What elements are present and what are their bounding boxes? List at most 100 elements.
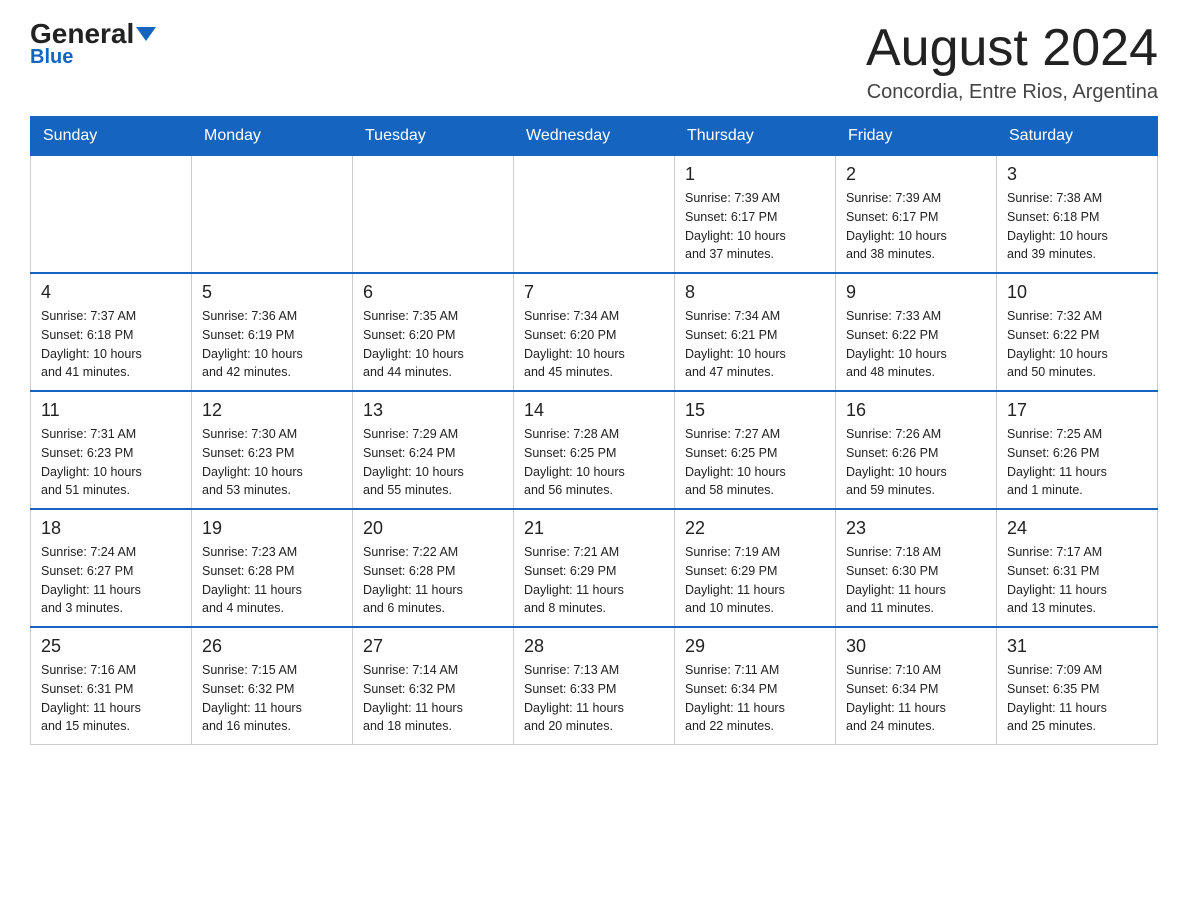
- calendar-week-row: 25 Sunrise: 7:16 AMSunset: 6:31 PMDayligh…: [31, 627, 1158, 745]
- calendar-week-row: 1 Sunrise: 7:39 AMSunset: 6:17 PMDaylight…: [31, 156, 1158, 274]
- calendar-day-cell: 20Sunrise: 7:22 AMSunset: 6:28 PMDayligh…: [353, 509, 514, 627]
- day-number: 14: [524, 400, 664, 421]
- calendar-day-cell: 21 Sunrise: 7:21 AMSunset: 6:29 PMDayligh…: [514, 509, 675, 627]
- sun-info: Sunrise: 7:13 AMSunset: 6:33 PMDaylight:…: [524, 661, 664, 736]
- sun-info: Sunrise: 7:10 AMSunset: 6:34 PMDaylight:…: [846, 661, 986, 736]
- day-number: 25: [41, 636, 181, 657]
- day-number: 11: [41, 400, 181, 421]
- sun-info: Sunrise: 7:17 AMSunset: 6:31 PMDaylight:…: [1007, 543, 1147, 618]
- day-number: 23: [846, 518, 986, 539]
- sun-info: Sunrise: 7:34 AMSunset: 6:20 PMDaylight:…: [524, 307, 664, 382]
- sun-info: Sunrise: 7:28 AMSunset: 6:25 PMDaylight:…: [524, 425, 664, 500]
- calendar-day-cell: 9 Sunrise: 7:33 AMSunset: 6:22 PMDaylight…: [836, 273, 997, 391]
- sun-info: Sunrise: 7:37 AMSunset: 6:18 PMDaylight:…: [41, 307, 181, 382]
- day-number: 31: [1007, 636, 1147, 657]
- calendar-day-cell: 13 Sunrise: 7:29 AMSunset: 6:24 PMDayligh…: [353, 391, 514, 509]
- calendar-day-cell: 10 Sunrise: 7:32 AMSunset: 6:22 PMDayligh…: [997, 273, 1158, 391]
- calendar-day-cell: 22 Sunrise: 7:19 AMSunset: 6:29 PMDayligh…: [675, 509, 836, 627]
- calendar-week-row: 18 Sunrise: 7:24 AMSunset: 6:27 PMDayligh…: [31, 509, 1158, 627]
- sun-info: Sunrise: 7:23 AMSunset: 6:28 PMDaylight:…: [202, 543, 342, 618]
- title-area: August 2024 Concordia, Entre Rios, Argen…: [866, 20, 1158, 104]
- sun-info: Sunrise: 7:11 AMSunset: 6:34 PMDaylight:…: [685, 661, 825, 736]
- calendar-day-cell: 25 Sunrise: 7:16 AMSunset: 6:31 PMDayligh…: [31, 627, 192, 745]
- day-number: 2: [846, 164, 986, 185]
- day-number: 9: [846, 282, 986, 303]
- calendar-header-row: SundayMondayTuesdayWednesdayThursdayFrid…: [31, 117, 1158, 156]
- calendar-day-cell: 11 Sunrise: 7:31 AMSunset: 6:23 PMDayligh…: [31, 391, 192, 509]
- day-number: 3: [1007, 164, 1147, 185]
- day-number: 13: [363, 400, 503, 421]
- sun-info: Sunrise: 7:29 AMSunset: 6:24 PMDaylight:…: [363, 425, 503, 500]
- calendar-day-cell: 4Sunrise: 7:37 AMSunset: 6:18 PMDaylight…: [31, 273, 192, 391]
- calendar-day-cell: 27 Sunrise: 7:14 AMSunset: 6:32 PMDayligh…: [353, 627, 514, 745]
- sun-info: Sunrise: 7:21 AMSunset: 6:29 PMDaylight:…: [524, 543, 664, 618]
- sun-info: Sunrise: 7:09 AMSunset: 6:35 PMDaylight:…: [1007, 661, 1147, 736]
- sun-info: Sunrise: 7:39 AMSunset: 6:17 PMDaylight:…: [846, 189, 986, 264]
- calendar-day-cell: [353, 156, 514, 274]
- calendar-table: SundayMondayTuesdayWednesdayThursdayFrid…: [30, 116, 1158, 745]
- location-title: Concordia, Entre Rios, Argentina: [866, 81, 1158, 104]
- sun-info: Sunrise: 7:19 AMSunset: 6:29 PMDaylight:…: [685, 543, 825, 618]
- calendar-day-cell: 3 Sunrise: 7:38 AMSunset: 6:18 PMDaylight…: [997, 156, 1158, 274]
- day-number: 5: [202, 282, 342, 303]
- day-number: 26: [202, 636, 342, 657]
- sun-info: Sunrise: 7:38 AMSunset: 6:18 PMDaylight:…: [1007, 189, 1147, 264]
- day-number: 12: [202, 400, 342, 421]
- day-number: 1: [685, 164, 825, 185]
- day-number: 24: [1007, 518, 1147, 539]
- day-number: 10: [1007, 282, 1147, 303]
- calendar-day-cell: 14 Sunrise: 7:28 AMSunset: 6:25 PMDayligh…: [514, 391, 675, 509]
- calendar-day-cell: [514, 156, 675, 274]
- sun-info: Sunrise: 7:18 AMSunset: 6:30 PMDaylight:…: [846, 543, 986, 618]
- calendar-header-day: Thursday: [675, 117, 836, 156]
- month-title: August 2024: [866, 20, 1158, 77]
- calendar-day-cell: 29 Sunrise: 7:11 AMSunset: 6:34 PMDayligh…: [675, 627, 836, 745]
- day-number: 22: [685, 518, 825, 539]
- day-number: 17: [1007, 400, 1147, 421]
- sun-info: Sunrise: 7:32 AMSunset: 6:22 PMDaylight:…: [1007, 307, 1147, 382]
- calendar-day-cell: 26 Sunrise: 7:15 AMSunset: 6:32 PMDayligh…: [192, 627, 353, 745]
- calendar-header-day: Wednesday: [514, 117, 675, 156]
- sun-info: Sunrise: 7:39 AMSunset: 6:17 PMDaylight:…: [685, 189, 825, 264]
- calendar-header-day: Sunday: [31, 117, 192, 156]
- sun-info: Sunrise: 7:31 AMSunset: 6:23 PMDaylight:…: [41, 425, 181, 500]
- sun-info: Sunrise: 7:27 AMSunset: 6:25 PMDaylight:…: [685, 425, 825, 500]
- sun-info: Sunrise: 7:34 AMSunset: 6:21 PMDaylight:…: [685, 307, 825, 382]
- sun-info: Sunrise: 7:15 AMSunset: 6:32 PMDaylight:…: [202, 661, 342, 736]
- sun-info: Sunrise: 7:25 AMSunset: 6:26 PMDaylight:…: [1007, 425, 1147, 500]
- calendar-day-cell: [31, 156, 192, 274]
- day-number: 7: [524, 282, 664, 303]
- calendar-day-cell: 24 Sunrise: 7:17 AMSunset: 6:31 PMDayligh…: [997, 509, 1158, 627]
- calendar-header-day: Monday: [192, 117, 353, 156]
- sun-info: Sunrise: 7:22 AMSunset: 6:28 PMDaylight:…: [363, 543, 503, 618]
- logo-subtext: Blue: [30, 46, 73, 69]
- day-number: 6: [363, 282, 503, 303]
- calendar-day-cell: 28Sunrise: 7:13 AMSunset: 6:33 PMDayligh…: [514, 627, 675, 745]
- sun-info: Sunrise: 7:24 AMSunset: 6:27 PMDaylight:…: [41, 543, 181, 618]
- day-number: 21: [524, 518, 664, 539]
- calendar-day-cell: 8 Sunrise: 7:34 AMSunset: 6:21 PMDaylight…: [675, 273, 836, 391]
- sun-info: Sunrise: 7:26 AMSunset: 6:26 PMDaylight:…: [846, 425, 986, 500]
- logo-triangle-icon: [136, 27, 156, 41]
- calendar-header-day: Friday: [836, 117, 997, 156]
- calendar-day-cell: 30 Sunrise: 7:10 AMSunset: 6:34 PMDayligh…: [836, 627, 997, 745]
- calendar-day-cell: 31 Sunrise: 7:09 AMSunset: 6:35 PMDayligh…: [997, 627, 1158, 745]
- day-number: 8: [685, 282, 825, 303]
- day-number: 19: [202, 518, 342, 539]
- calendar-day-cell: 23 Sunrise: 7:18 AMSunset: 6:30 PMDayligh…: [836, 509, 997, 627]
- logo: General Blue: [30, 20, 156, 69]
- day-number: 29: [685, 636, 825, 657]
- day-number: 18: [41, 518, 181, 539]
- calendar-header-day: Saturday: [997, 117, 1158, 156]
- sun-info: Sunrise: 7:33 AMSunset: 6:22 PMDaylight:…: [846, 307, 986, 382]
- calendar-day-cell: 16Sunrise: 7:26 AMSunset: 6:26 PMDayligh…: [836, 391, 997, 509]
- calendar-week-row: 4Sunrise: 7:37 AMSunset: 6:18 PMDaylight…: [31, 273, 1158, 391]
- calendar-day-cell: [192, 156, 353, 274]
- sun-info: Sunrise: 7:14 AMSunset: 6:32 PMDaylight:…: [363, 661, 503, 736]
- calendar-day-cell: 19 Sunrise: 7:23 AMSunset: 6:28 PMDayligh…: [192, 509, 353, 627]
- sun-info: Sunrise: 7:36 AMSunset: 6:19 PMDaylight:…: [202, 307, 342, 382]
- day-number: 27: [363, 636, 503, 657]
- day-number: 30: [846, 636, 986, 657]
- calendar-day-cell: 17 Sunrise: 7:25 AMSunset: 6:26 PMDayligh…: [997, 391, 1158, 509]
- sun-info: Sunrise: 7:16 AMSunset: 6:31 PMDaylight:…: [41, 661, 181, 736]
